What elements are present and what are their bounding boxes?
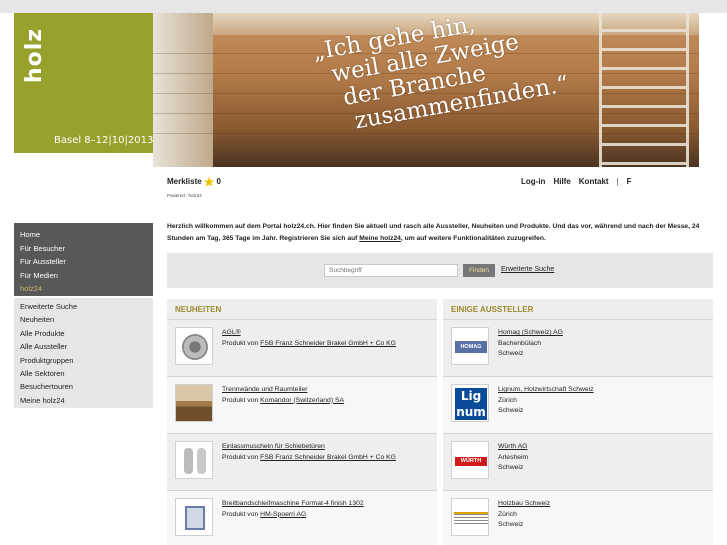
sidebar-item-meine-holz24[interactable]: Meine holz24: [14, 394, 153, 407]
sidebar-item-erweiterte-suche[interactable]: Erweiterte Suche: [14, 300, 153, 313]
list-item: Lig num Lignum, Holzwirtschaft Schweiz Z…: [443, 377, 713, 434]
help-link[interactable]: Hilfe: [553, 177, 570, 186]
top-nav: Log-in Hilfe Kontakt | F: [521, 177, 640, 186]
intro-text: Herzlich willkommen auf dem Portal holz2…: [167, 223, 700, 242]
sidebar-item-besuchertouren[interactable]: Besuchertouren: [14, 380, 153, 393]
exhibitor-logo[interactable]: [451, 498, 489, 536]
sidebar-item-home[interactable]: Home: [14, 228, 153, 242]
sidebar-item-neuheiten[interactable]: Neuheiten: [14, 313, 153, 326]
sidebar-item-produktgruppen[interactable]: Produktgruppen: [14, 354, 153, 367]
logo-text: holz: [22, 27, 48, 84]
neuheiten-panel: NEUHEITEN AGL® Produkt von FSB Franz Sch…: [167, 299, 437, 545]
neuheiten-title: NEUHEITEN: [167, 299, 437, 320]
sidebar-sub-nav: Erweiterte Suche Neuheiten Alle Produkte…: [14, 298, 153, 408]
exhibitor-name[interactable]: Würth AG: [498, 442, 528, 453]
merkliste-label: Merkliste: [167, 177, 202, 186]
exhibitor-name[interactable]: Holzbau Schweiz: [498, 499, 550, 510]
product-title[interactable]: Breitbandschleifmaschine Format-4 finish…: [222, 499, 364, 510]
sidebar-item-alle-aussteller[interactable]: Alle Aussteller: [14, 340, 153, 353]
sidebar-item-holz24[interactable]: holz24: [14, 282, 153, 296]
sidebar-item-alle-produkte[interactable]: Alle Produkte: [14, 327, 153, 340]
nav-separator: |: [616, 177, 619, 186]
list-item: HOMAG Homag (Schweiz) AG Bachenbülach Sc…: [443, 320, 713, 377]
product-title[interactable]: Trennwände und Raumteiler: [222, 385, 344, 396]
aussteller-title: EINIGE AUSSTELLER: [443, 299, 713, 320]
list-item: Holzbau Schweiz Zürich Schweiz: [443, 491, 713, 545]
exhibitor-name[interactable]: Homag (Schweiz) AG: [498, 328, 563, 339]
sidebar-item-medien[interactable]: Für Medien: [14, 269, 153, 283]
powered-by: Powered : holz24: [167, 193, 202, 198]
vendor-link[interactable]: FSB Franz Schneider Brakel GmbH + Co KG: [260, 340, 396, 347]
list-item: WÜRTH Würth AG Arlesheim Schweiz: [443, 434, 713, 491]
vendor-link[interactable]: Komandor (Switzerland) SA: [260, 397, 344, 404]
hero-banner: „Ich gehe hin, weil alle Zweige der Bran…: [153, 13, 699, 167]
banner-quote: „Ich gehe hin, weil alle Zweige der Bran…: [310, 13, 571, 140]
language-link-f[interactable]: F: [627, 177, 632, 186]
sidebar-item-alle-sektoren[interactable]: Alle Sektoren: [14, 367, 153, 380]
exhibitor-logo[interactable]: Lig num: [451, 384, 489, 422]
product-title[interactable]: Einlassmuscheln für Schiebetüren: [222, 442, 396, 453]
advanced-search-link[interactable]: Erweiterte Suche: [501, 266, 554, 273]
list-item: AGL® Produkt von FSB Franz Schneider Bra…: [167, 320, 437, 377]
homag-logo: HOMAG: [455, 341, 487, 353]
search-input[interactable]: [324, 264, 458, 277]
list-item: Breitbandschleifmaschine Format-4 finish…: [167, 491, 437, 545]
sidebar-item-aussteller[interactable]: Für Aussteller: [14, 255, 153, 269]
sidebar-main-nav: Home Für Besucher Für Aussteller Für Med…: [14, 223, 153, 296]
banner-ladder: [599, 13, 689, 167]
product-image[interactable]: [175, 498, 213, 536]
vendor-link[interactable]: HM-Spoerri AG: [260, 511, 306, 518]
sidebar-item-besucher[interactable]: Für Besucher: [14, 242, 153, 256]
holzbau-logo: [454, 512, 488, 524]
wurth-logo: WÜRTH: [455, 457, 487, 466]
meine-holz24-link[interactable]: Meine holz24: [359, 235, 401, 242]
banner-window: [153, 13, 213, 167]
exhibitor-logo[interactable]: HOMAG: [451, 327, 489, 365]
logo-date: Basel 8–12|10|2013: [54, 135, 153, 146]
list-item: Trennwände und Raumteiler Produkt von Ko…: [167, 377, 437, 434]
contact-link[interactable]: Kontakt: [579, 177, 609, 186]
exhibitor-name[interactable]: Lignum, Holzwirtschaft Schweiz: [498, 385, 594, 396]
vendor-link[interactable]: FSB Franz Schneider Brakel GmbH + Co KG: [260, 454, 396, 461]
login-link[interactable]: Log-in: [521, 177, 545, 186]
holz-logo[interactable]: holz Basel 8–12|10|2013: [14, 13, 153, 153]
product-image[interactable]: [175, 384, 213, 422]
star-icon: ★: [203, 174, 215, 189]
product-image[interactable]: [175, 441, 213, 479]
merkliste-count: 0: [216, 177, 221, 186]
merkliste[interactable]: Merkliste ★ 0: [167, 174, 221, 189]
search-bar: Finden Erweiterte Suche: [167, 253, 713, 288]
browser-top-bar: [0, 0, 727, 13]
product-title[interactable]: AGL®: [222, 328, 396, 339]
product-image[interactable]: [175, 327, 213, 365]
search-button[interactable]: Finden: [463, 264, 495, 277]
exhibitor-logo[interactable]: WÜRTH: [451, 441, 489, 479]
list-item: Einlassmuscheln für Schiebetüren Produkt…: [167, 434, 437, 491]
lignum-logo: Lig num: [455, 388, 487, 420]
aussteller-panel: EINIGE AUSSTELLER HOMAG Homag (Schweiz) …: [443, 299, 713, 545]
